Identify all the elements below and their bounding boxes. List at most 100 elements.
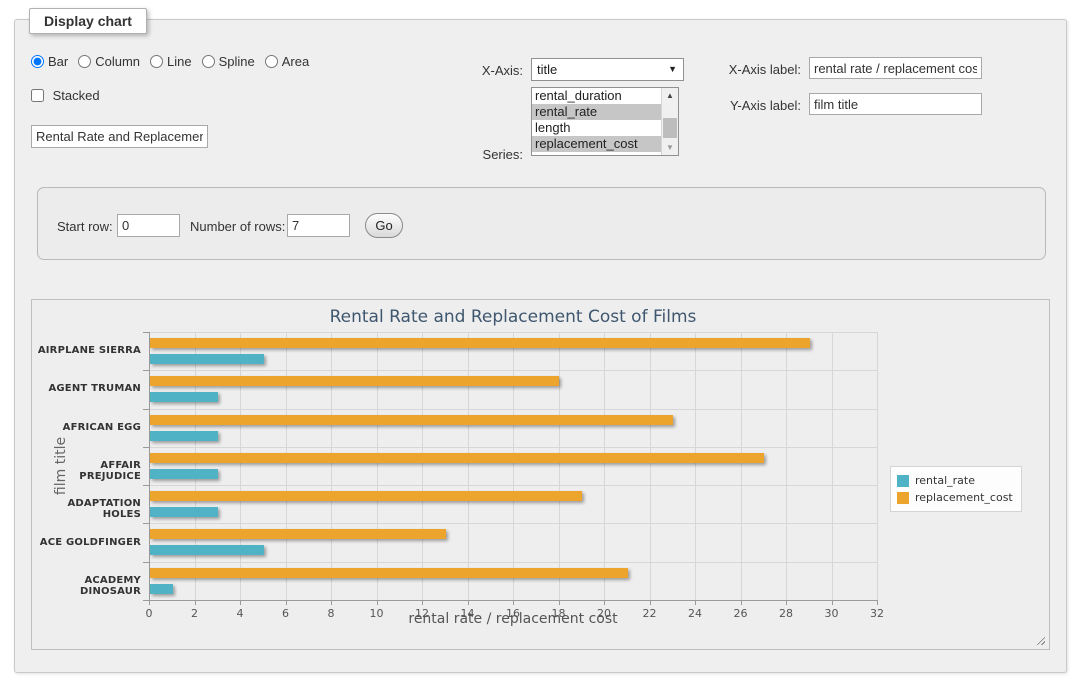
bar-rental_rate[interactable] bbox=[150, 507, 218, 517]
stacked-checkbox[interactable] bbox=[31, 89, 44, 102]
x-axis-tick-label: 20 bbox=[589, 607, 619, 620]
bar-replacement_cost[interactable] bbox=[150, 453, 764, 463]
gridline-vertical bbox=[741, 332, 742, 600]
chart-type-label: Line bbox=[167, 54, 192, 69]
bar-replacement_cost[interactable] bbox=[150, 376, 559, 386]
bar-rental_rate[interactable] bbox=[150, 545, 264, 555]
bar-replacement_cost[interactable] bbox=[150, 568, 628, 578]
x-axis-tick-label: 32 bbox=[862, 607, 892, 620]
x-axis-tick-label: 16 bbox=[498, 607, 528, 620]
gridline-horizontal bbox=[149, 370, 877, 371]
gridline-vertical bbox=[331, 332, 332, 600]
scrollbar-thumb[interactable] bbox=[663, 118, 677, 138]
chart-title-input[interactable] bbox=[31, 125, 208, 148]
x-axis-select-label: X-Axis: bbox=[467, 63, 523, 78]
chart-type-label: Bar bbox=[48, 54, 68, 69]
category-label: ADAPTATION HOLES bbox=[36, 498, 141, 520]
bar-rental_rate[interactable] bbox=[150, 354, 264, 364]
go-button[interactable]: Go bbox=[365, 213, 403, 238]
bar-replacement_cost[interactable] bbox=[150, 529, 446, 539]
x-axis-tick-label: 10 bbox=[362, 607, 392, 620]
x-axis-tick-label: 14 bbox=[453, 607, 483, 620]
x-axis-tick-label: 4 bbox=[225, 607, 255, 620]
x-axis-tick-label: 22 bbox=[635, 607, 665, 620]
scrollbar[interactable]: ▲ ▼ bbox=[661, 88, 678, 155]
chart-type-radio-area[interactable] bbox=[265, 55, 278, 68]
category-label: ACE GOLDFINGER bbox=[36, 537, 141, 548]
series-option-rental_duration[interactable]: rental_duration bbox=[532, 88, 661, 104]
x-axis-tick-label: 6 bbox=[271, 607, 301, 620]
legend-swatch-icon bbox=[897, 492, 909, 504]
series-option-rental_rate[interactable]: rental_rate bbox=[532, 104, 661, 120]
legend-item-replacement_cost[interactable]: replacement_cost bbox=[897, 489, 1013, 506]
chart-type-column[interactable]: Column bbox=[78, 54, 140, 69]
fieldset-legend: Display chart bbox=[29, 8, 147, 34]
series-option-length[interactable]: length bbox=[532, 120, 661, 136]
x-axis-label-input[interactable] bbox=[809, 57, 982, 79]
legend-label: replacement_cost bbox=[915, 491, 1013, 504]
gridline-vertical bbox=[877, 332, 878, 600]
series-option-replacement_cost[interactable]: replacement_cost bbox=[532, 136, 661, 152]
display-chart-fieldset: Display chart BarColumnLineSplineArea St… bbox=[14, 19, 1067, 673]
chart-type-spline[interactable]: Spline bbox=[202, 54, 255, 69]
gridline-vertical bbox=[650, 332, 651, 600]
x-axis-select[interactable]: title ▼ bbox=[531, 58, 684, 81]
x-axis-tick-label: 0 bbox=[134, 607, 164, 620]
gridline-vertical bbox=[559, 332, 560, 600]
x-axis-line bbox=[149, 600, 878, 601]
chart-container: Rental Rate and Replacement Cost of Film… bbox=[31, 299, 1050, 650]
chart-type-radio-group: Bar Column Line Spline Area bbox=[31, 54, 319, 69]
gridline-vertical bbox=[377, 332, 378, 600]
series-multiselect[interactable]: rental_durationrental_ratelengthreplacem… bbox=[531, 87, 679, 156]
y-axis-line bbox=[149, 332, 150, 600]
gridline-horizontal bbox=[149, 447, 877, 448]
resize-handle-icon[interactable] bbox=[1034, 634, 1045, 645]
gridline-vertical bbox=[422, 332, 423, 600]
category-label: AFFAIR PREJUDICE bbox=[36, 460, 141, 482]
chart-type-line[interactable]: Line bbox=[150, 54, 192, 69]
chart-type-radio-line[interactable] bbox=[150, 55, 163, 68]
bar-rental_rate[interactable] bbox=[150, 392, 218, 402]
scroll-up-icon[interactable]: ▲ bbox=[662, 88, 678, 103]
gridline-vertical bbox=[513, 332, 514, 600]
gridline-horizontal bbox=[149, 485, 877, 486]
category-label: AIRPLANE SIERRA bbox=[36, 345, 141, 356]
category-label: AFRICAN EGG bbox=[36, 422, 141, 433]
bar-replacement_cost[interactable] bbox=[150, 491, 582, 501]
chart-legend: rental_rate replacement_cost bbox=[890, 466, 1022, 512]
x-axis-tick-label: 12 bbox=[407, 607, 437, 620]
chart-type-radio-bar[interactable] bbox=[31, 55, 44, 68]
bar-rental_rate[interactable] bbox=[150, 469, 218, 479]
chart-type-radio-spline[interactable] bbox=[202, 55, 215, 68]
legend-item-rental_rate[interactable]: rental_rate bbox=[897, 472, 1013, 489]
chart-type-label: Spline bbox=[219, 54, 255, 69]
category-label: AGENT TRUMAN bbox=[36, 383, 141, 394]
x-axis-tick-label: 26 bbox=[726, 607, 756, 620]
bar-rental_rate[interactable] bbox=[150, 431, 218, 441]
chart-type-label: Column bbox=[95, 54, 140, 69]
gridline-vertical bbox=[695, 332, 696, 600]
chart-type-radio-column[interactable] bbox=[78, 55, 91, 68]
series-select-label: Series: bbox=[467, 147, 523, 162]
scrollbar-track[interactable] bbox=[662, 103, 678, 140]
gridline-horizontal bbox=[149, 562, 877, 563]
bar-replacement_cost[interactable] bbox=[150, 415, 673, 425]
number-of-rows-input[interactable] bbox=[287, 214, 350, 237]
bar-replacement_cost[interactable] bbox=[150, 338, 810, 348]
x-axis-tick-label: 30 bbox=[817, 607, 847, 620]
legend-label: rental_rate bbox=[915, 474, 975, 487]
row-range-panel: Start row: Number of rows: Go bbox=[37, 187, 1046, 260]
start-row-label: Start row: bbox=[57, 219, 113, 234]
scroll-down-icon[interactable]: ▼ bbox=[662, 140, 678, 155]
gridline-vertical bbox=[195, 332, 196, 600]
series-options: rental_durationrental_ratelengthreplacem… bbox=[532, 88, 661, 155]
legend-swatch-icon bbox=[897, 475, 909, 487]
chart-type-bar[interactable]: Bar bbox=[31, 54, 68, 69]
dropdown-arrow-icon: ▼ bbox=[668, 64, 677, 74]
chart-type-area[interactable]: Area bbox=[265, 54, 309, 69]
bar-rental_rate[interactable] bbox=[150, 584, 173, 594]
start-row-input[interactable] bbox=[117, 214, 180, 237]
stacked-checkbox-row[interactable]: Stacked bbox=[31, 88, 100, 103]
y-axis-label-input[interactable] bbox=[809, 93, 982, 115]
stacked-label: Stacked bbox=[53, 88, 100, 103]
